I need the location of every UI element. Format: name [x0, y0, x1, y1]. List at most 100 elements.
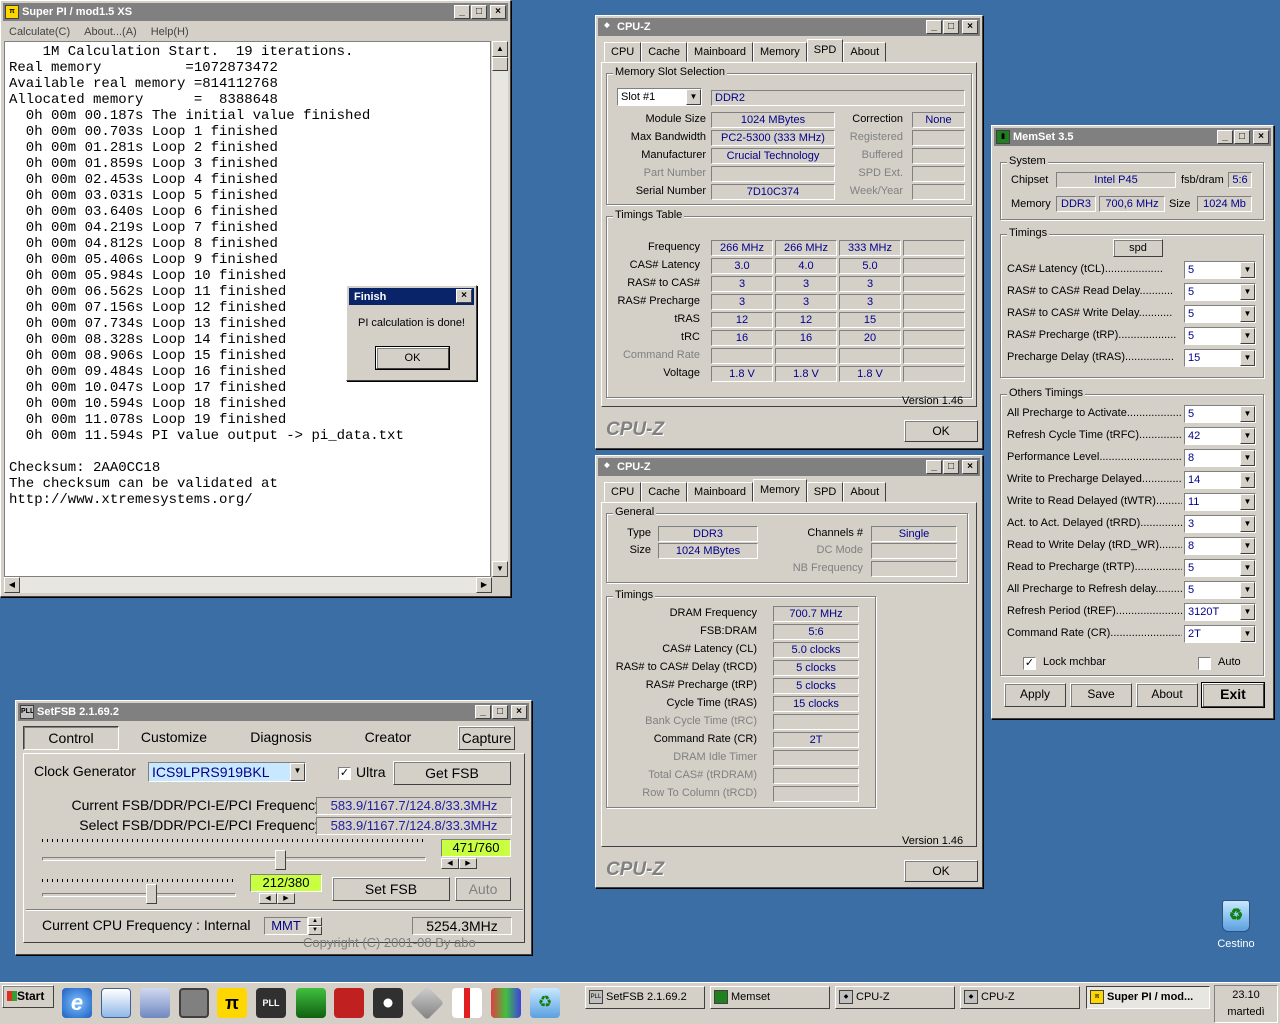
fsb-slider-thumb[interactable]: [275, 850, 287, 870]
close-icon[interactable]: ×: [456, 289, 472, 303]
ultra-checkbox[interactable]: ✓: [338, 767, 351, 780]
task-cpuz-2[interactable]: ◆ CPU-Z: [960, 986, 1080, 1009]
scroll-right-icon[interactable]: ▶: [476, 577, 492, 593]
get-fsb-button[interactable]: Get FSB: [393, 761, 511, 785]
arrow-down-icon[interactable]: ▼: [308, 926, 322, 935]
memset-timing-select[interactable]: 8 ▼: [1184, 449, 1256, 467]
tab-about[interactable]: About: [843, 482, 887, 502]
thermometer-icon[interactable]: [452, 988, 482, 1018]
minimize-icon[interactable]: _: [1217, 130, 1233, 144]
maximize-icon[interactable]: □: [492, 705, 508, 719]
task-cpuz-1[interactable]: ◆ CPU-Z: [835, 986, 955, 1009]
slot-select[interactable]: Slot #1 ▼: [617, 88, 702, 106]
scroll-up-icon[interactable]: ▲: [492, 41, 508, 57]
superpi-quicklaunch-icon[interactable]: π: [217, 988, 247, 1018]
save-button[interactable]: Save: [1070, 683, 1132, 707]
tab-diagnosis[interactable]: Diagnosis: [229, 726, 333, 750]
superpi-vscroll[interactable]: ▲ ▼: [492, 41, 508, 577]
tab-cpu[interactable]: CPU: [604, 482, 642, 502]
superpi-hscroll[interactable]: ◀ ▶: [4, 577, 492, 593]
memset-timing-select[interactable]: 5 ▼: [1184, 261, 1256, 279]
tab-cache[interactable]: Cache: [641, 42, 688, 62]
finish-titlebar[interactable]: Finish ×: [349, 288, 474, 305]
cpuz-ok-button[interactable]: OK: [904, 420, 978, 442]
minimize-icon[interactable]: _: [454, 5, 470, 19]
tab-memory[interactable]: Memory: [753, 479, 807, 502]
tab-creator[interactable]: Creator: [336, 726, 440, 750]
close-icon[interactable]: ×: [962, 20, 978, 34]
tab-customize[interactable]: Customize: [122, 726, 226, 750]
close-icon[interactable]: ×: [962, 460, 978, 474]
cpuz-ok-button[interactable]: OK: [904, 860, 978, 882]
fsb-slider-track[interactable]: [42, 857, 426, 861]
tab-cpu[interactable]: CPU: [604, 42, 642, 62]
close-icon[interactable]: ×: [511, 705, 527, 719]
fsb-spinner[interactable]: ◀ ▶: [441, 858, 477, 869]
outlook-express-icon[interactable]: [101, 988, 131, 1018]
superpi-titlebar[interactable]: π Super PI / mod1.5 XS _ □ ×: [3, 3, 508, 21]
arrow-right-icon[interactable]: ▶: [277, 893, 295, 904]
start-button[interactable]: Start: [2, 985, 54, 1008]
memset-timing-select[interactable]: 5 ▼: [1184, 405, 1256, 423]
memset-timing-select[interactable]: 15 ▼: [1184, 349, 1256, 367]
memset-titlebar[interactable]: ▮ MemSet 3.5 _ □ ×: [994, 128, 1271, 146]
pci-slider-thumb[interactable]: [145, 884, 157, 904]
memset-timing-select[interactable]: 11 ▼: [1184, 493, 1256, 511]
chevron-down-icon[interactable]: ▼: [1240, 428, 1255, 444]
tab-spd[interactable]: SPD: [806, 39, 844, 62]
tab-capture[interactable]: Capture: [458, 726, 515, 750]
chevron-down-icon[interactable]: ▼: [1240, 494, 1255, 510]
pci-spinner[interactable]: ◀ ▶: [259, 893, 295, 904]
maximize-icon[interactable]: □: [943, 20, 959, 34]
tab-memory[interactable]: Memory: [753, 42, 807, 62]
fan-icon[interactable]: [373, 988, 403, 1018]
chevron-down-icon[interactable]: ▼: [290, 763, 305, 781]
chevron-down-icon[interactable]: ▼: [1240, 328, 1255, 344]
tab-about[interactable]: About: [843, 42, 887, 62]
memset-timing-select[interactable]: 5 ▼: [1184, 283, 1256, 301]
scroll-left-icon[interactable]: ◀: [4, 577, 20, 593]
tab-mainboard[interactable]: Mainboard: [687, 482, 754, 502]
cpuz-memory-titlebar[interactable]: ◆ CPU-Z _ □ ×: [598, 458, 980, 476]
task-setfsb[interactable]: PLL SetFSB 2.1.69.2: [585, 986, 705, 1009]
memset-timing-select[interactable]: 3120T ▼: [1184, 603, 1256, 621]
mmt-spinner[interactable]: ▲ ▼: [308, 917, 322, 935]
memset-timing-select[interactable]: 2T ▼: [1184, 625, 1256, 643]
memset-timing-select[interactable]: 5 ▼: [1184, 327, 1256, 345]
spd-button[interactable]: spd: [1113, 239, 1163, 257]
chevron-down-icon[interactable]: ▼: [1240, 560, 1255, 576]
tab-control[interactable]: Control: [23, 726, 119, 750]
maximize-icon[interactable]: □: [471, 5, 487, 19]
chevron-down-icon[interactable]: ▼: [1240, 350, 1255, 366]
chevron-down-icon[interactable]: ▼: [1240, 406, 1255, 422]
paint-icon[interactable]: [491, 988, 521, 1018]
tab-cache[interactable]: Cache: [641, 482, 688, 502]
minimize-icon[interactable]: _: [926, 20, 942, 34]
task-memset[interactable]: Memset: [710, 986, 830, 1009]
memset-timing-select[interactable]: 5 ▼: [1184, 559, 1256, 577]
close-icon[interactable]: ×: [1253, 130, 1269, 144]
cpuz-spd-titlebar[interactable]: ◆ CPU-Z _ □ ×: [598, 18, 980, 36]
chevron-down-icon[interactable]: ▼: [1240, 582, 1255, 598]
recycle-bin[interactable]: ♻ Cestino: [1212, 900, 1260, 950]
exit-button[interactable]: Exit: [1201, 682, 1265, 708]
tool-quicklaunch-icon[interactable]: [334, 988, 364, 1018]
about-button[interactable]: About: [1136, 683, 1198, 707]
recycle-quicklaunch-icon[interactable]: ♻: [530, 988, 560, 1018]
setfsb-quicklaunch-icon[interactable]: PLL: [256, 988, 286, 1018]
auto-checkbox[interactable]: [1198, 657, 1211, 670]
apply-button[interactable]: Apply: [1004, 683, 1066, 707]
maximize-icon[interactable]: □: [943, 460, 959, 474]
internet-explorer-icon[interactable]: e: [62, 988, 92, 1018]
task-superpi[interactable]: π Super PI / mod...: [1086, 986, 1210, 1009]
menu-help[interactable]: Help(H): [151, 23, 189, 41]
menu-about[interactable]: About...(A): [84, 23, 137, 41]
menu-calculate[interactable]: Calculate(C): [9, 23, 70, 41]
scroll-thumb[interactable]: [492, 57, 508, 71]
chevron-down-icon[interactable]: ▼: [1240, 538, 1255, 554]
minimize-icon[interactable]: _: [475, 705, 491, 719]
arrow-right-icon[interactable]: ▶: [459, 858, 477, 869]
chevron-down-icon[interactable]: ▼: [1240, 306, 1255, 322]
chevron-down-icon[interactable]: ▼: [1240, 450, 1255, 466]
scroll-down-icon[interactable]: ▼: [492, 561, 508, 577]
